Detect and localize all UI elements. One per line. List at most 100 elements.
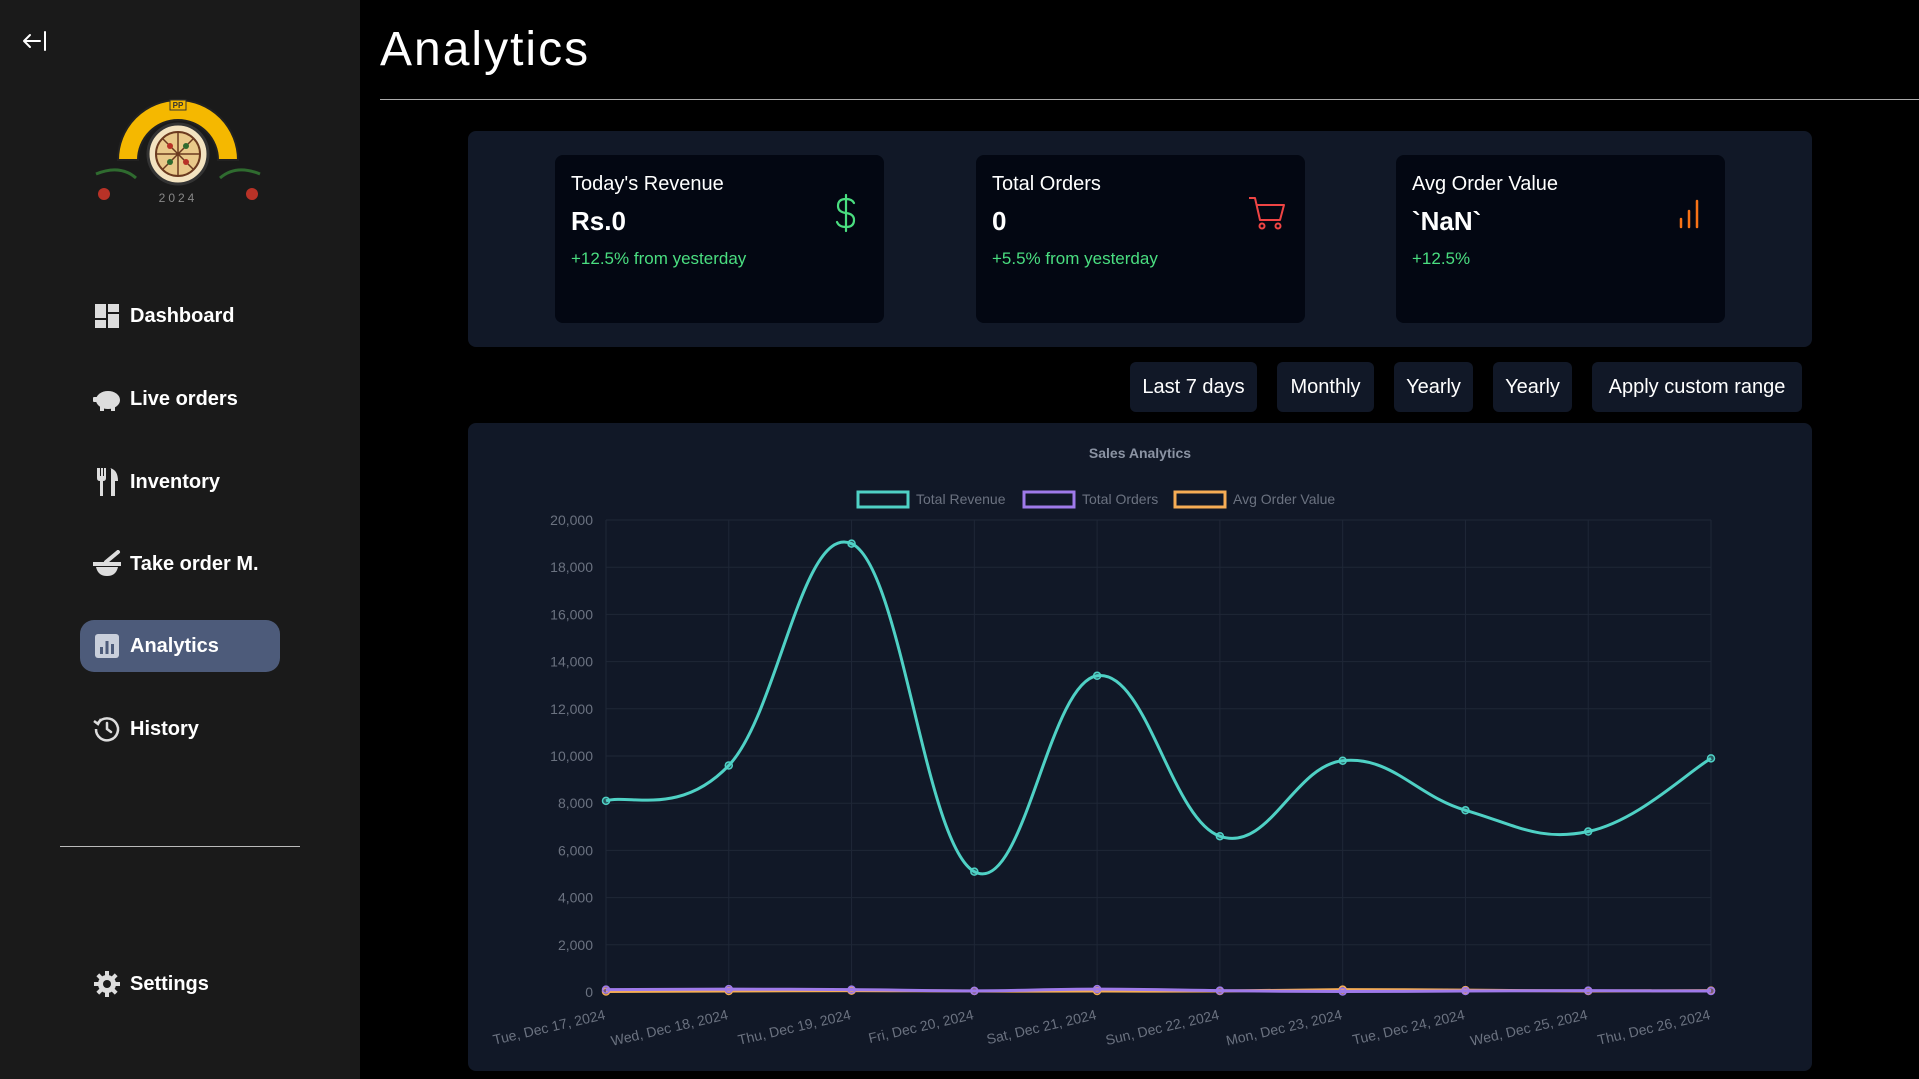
y-tick-label: 6,000 bbox=[558, 842, 593, 858]
logo: PP 2024 bbox=[95, 99, 261, 205]
stat-title: Total Orders bbox=[992, 173, 1101, 195]
y-tick-label: 10,000 bbox=[550, 748, 593, 764]
legend-label: Total Revenue bbox=[916, 491, 1006, 507]
mortar-pestle-icon bbox=[92, 549, 122, 579]
apply-custom-range-button[interactable]: Apply custom range bbox=[1592, 362, 1802, 412]
sidebar-item-dashboard[interactable]: Dashboard bbox=[80, 290, 280, 342]
sidebar-item-label: Take order M. bbox=[130, 552, 259, 575]
data-point bbox=[847, 539, 856, 548]
data-point bbox=[1583, 986, 1593, 995]
sidebar-item-label: Inventory bbox=[130, 470, 221, 493]
y-tick-label: 16,000 bbox=[550, 606, 593, 622]
range-yearly-button-2[interactable]: Yearly bbox=[1493, 362, 1572, 412]
data-point bbox=[1092, 984, 1102, 994]
sidebar-item-label: Analytics bbox=[130, 634, 219, 657]
x-tick-label: Fri, Dec 20, 2024 bbox=[867, 1006, 975, 1046]
stat-card-avg-order: Avg Order Value `NaN` +12.5% bbox=[1396, 155, 1725, 323]
y-tick-label: 14,000 bbox=[550, 654, 593, 670]
sidebar-divider bbox=[60, 846, 300, 847]
sales-chart-panel: Sales Analytics Total Revenue Total Orders… bbox=[468, 423, 1812, 1071]
data-point bbox=[724, 984, 734, 994]
y-tick-label: 8,000 bbox=[558, 795, 593, 811]
data-point bbox=[1706, 754, 1716, 763]
utensils-icon bbox=[92, 467, 122, 497]
data-point bbox=[1461, 986, 1470, 996]
x-tick-label: Sat, Dec 21, 2024 bbox=[985, 1006, 1098, 1047]
data-point bbox=[724, 761, 734, 770]
data-point bbox=[847, 985, 856, 994]
data-point bbox=[601, 796, 611, 806]
legend-swatch bbox=[856, 490, 910, 509]
legend-label: Avg Order Value bbox=[1233, 491, 1335, 507]
stat-card-orders: Total Orders 0 +5.5% from yesterday bbox=[976, 155, 1305, 323]
chart-title: Sales Analytics bbox=[1089, 445, 1191, 461]
sidebar-item-label: Dashboard bbox=[130, 304, 235, 327]
stat-title: Avg Order Value bbox=[1412, 173, 1559, 195]
gear-icon bbox=[92, 969, 122, 999]
sales-chart: Sales Analytics Total Revenue Total Orders… bbox=[491, 445, 1716, 1049]
bar-chart-icon bbox=[1679, 199, 1699, 229]
dashboard-icon bbox=[92, 301, 122, 331]
sidebar-item-analytics[interactable]: Analytics bbox=[80, 620, 280, 672]
y-tick-label: 18,000 bbox=[550, 559, 593, 575]
range-yearly-button[interactable]: Yearly bbox=[1394, 362, 1473, 412]
stat-change: +12.5% from yesterday bbox=[571, 249, 747, 268]
stat-value: Rs.0 bbox=[571, 206, 626, 236]
x-tick-label: Mon, Dec 23, 2024 bbox=[1224, 1006, 1343, 1048]
data-point bbox=[1338, 756, 1347, 765]
range-monthly-button[interactable]: Monthly bbox=[1277, 362, 1374, 412]
data-point bbox=[970, 867, 979, 876]
cart-icon bbox=[1249, 197, 1285, 230]
title-divider bbox=[380, 99, 1919, 100]
legend-label: Total Orders bbox=[1082, 491, 1158, 507]
settings-label: Settings bbox=[130, 972, 209, 995]
stat-change: +5.5% from yesterday bbox=[992, 249, 1158, 268]
range-last-7-days-button[interactable]: Last 7 days bbox=[1130, 362, 1257, 412]
data-point bbox=[970, 986, 979, 996]
legend-swatch bbox=[1022, 490, 1076, 509]
collapse-sidebar-icon[interactable] bbox=[22, 28, 48, 54]
piggy-bank-icon bbox=[92, 384, 122, 414]
x-tick-label: Wed, Dec 18, 2024 bbox=[609, 1006, 729, 1049]
y-tick-label: 2,000 bbox=[558, 937, 593, 953]
data-point bbox=[1092, 671, 1102, 681]
data-point bbox=[601, 985, 611, 994]
analytics-icon bbox=[92, 631, 122, 661]
x-tick-label: Wed, Dec 25, 2024 bbox=[1469, 1006, 1589, 1049]
sidebar-item-inventory[interactable]: Inventory bbox=[80, 456, 280, 508]
sidebar-item-take-order[interactable]: Take order M. bbox=[80, 538, 280, 590]
sidebar: PP 2024 Dashboard Live orders Inventory bbox=[0, 0, 360, 1079]
page-title: Analytics bbox=[380, 23, 591, 76]
x-tick-label: Thu, Dec 26, 2024 bbox=[1596, 1006, 1712, 1048]
legend-swatch bbox=[1173, 490, 1227, 509]
data-point bbox=[1706, 986, 1716, 996]
series-line bbox=[605, 540, 1712, 876]
sidebar-item-settings[interactable]: Settings bbox=[80, 958, 280, 1010]
data-point bbox=[1583, 827, 1593, 836]
y-tick-label: 12,000 bbox=[550, 701, 593, 717]
dollar-icon bbox=[835, 193, 856, 233]
data-point bbox=[1338, 987, 1347, 996]
data-point bbox=[1461, 806, 1470, 815]
logo-year: 2024 bbox=[159, 191, 198, 205]
stat-change: +12.5% bbox=[1412, 249, 1471, 268]
x-tick-label: Sun, Dec 22, 2024 bbox=[1104, 1006, 1221, 1048]
sidebar-item-label: History bbox=[130, 717, 199, 740]
stat-value: `NaN` bbox=[1412, 206, 1482, 236]
history-icon bbox=[92, 714, 122, 744]
stat-value: 0 bbox=[992, 206, 1007, 236]
stats-panel: Today's Revenue Rs.0 +12.5% from yesterd… bbox=[468, 131, 1812, 347]
x-tick-label: Thu, Dec 19, 2024 bbox=[736, 1006, 852, 1048]
y-tick-label: 0 bbox=[585, 984, 593, 1000]
x-tick-label: Tue, Dec 24, 2024 bbox=[1351, 1006, 1467, 1047]
x-tick-label: Tue, Dec 17, 2024 bbox=[491, 1006, 607, 1047]
sidebar-item-history[interactable]: History bbox=[80, 703, 280, 755]
sidebar-item-live-orders[interactable]: Live orders bbox=[80, 373, 280, 425]
stat-title: Today's Revenue bbox=[571, 173, 724, 195]
data-point bbox=[1215, 986, 1225, 995]
logo-badge: PP bbox=[173, 101, 184, 110]
y-tick-label: 4,000 bbox=[558, 890, 593, 906]
stat-card-revenue: Today's Revenue Rs.0 +12.5% from yesterd… bbox=[555, 155, 884, 323]
y-tick-label: 20,000 bbox=[550, 512, 593, 528]
sidebar-item-label: Live orders bbox=[130, 387, 238, 410]
